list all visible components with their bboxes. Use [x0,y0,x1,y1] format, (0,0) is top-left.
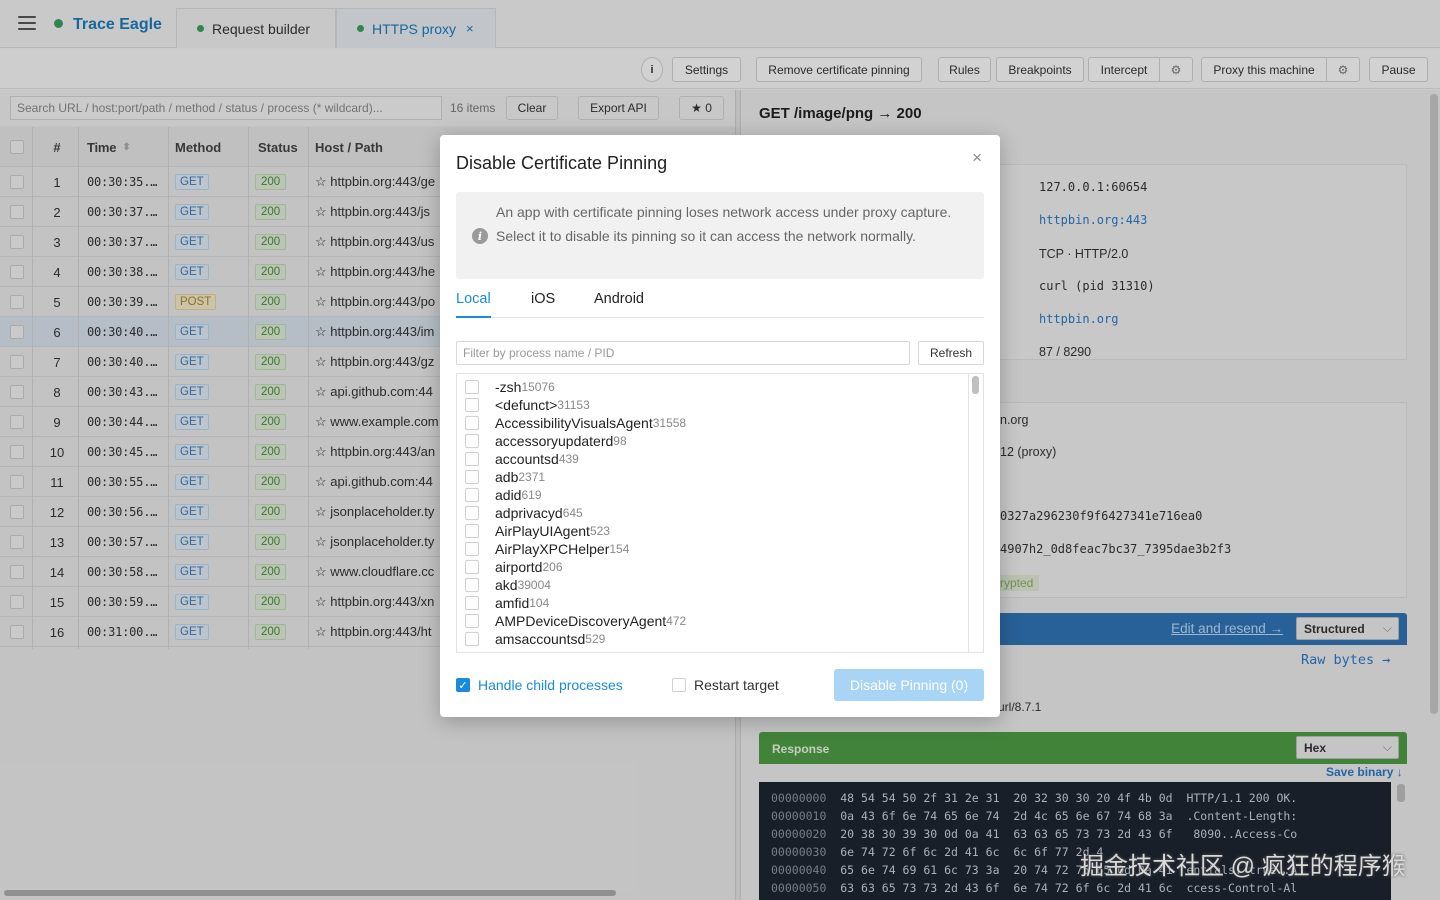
process-pid: 15076 [521,380,555,394]
process-list: -zsh 15076 <defunct> 31153 AccessibilityVisu… [456,373,984,653]
checkbox-label: Handle child processes [478,677,623,693]
checkbox-label: Restart target [694,677,779,693]
process-pid: 439 [558,452,579,466]
disable-pinning-dialog: Disable Certificate Pinning × i An app w… [440,135,1000,717]
process-list-scrollbar[interactable] [972,376,979,394]
process-pid: 472 [666,614,687,628]
process-name: adid [495,487,522,503]
process-checkbox[interactable] [465,488,479,502]
process-name: accessoryupdaterd [495,433,614,449]
process-name: AccessibilityVisualsAgent [495,415,653,431]
process-item[interactable]: AirPlayUIAgent 523 [465,522,610,540]
process-item[interactable]: AccessibilityVisualsAgent 31558 [465,414,686,432]
process-name: amsaccountsd [495,631,586,647]
scroll-track [968,374,969,652]
process-item[interactable]: adid 619 [465,486,542,504]
process-name: adprivacyd [495,505,563,521]
process-item[interactable]: amsaccountsd 529 [465,630,605,648]
process-name: akd [495,577,518,593]
process-pid: 31153 [557,398,590,412]
dialog-title: Disable Certificate Pinning [456,153,668,173]
refresh-button[interactable]: Refresh [918,341,984,365]
process-item[interactable]: AirPlayXPCHelper 154 [465,540,629,558]
process-name: accountsd [495,451,559,467]
process-name: -zsh [495,379,522,395]
process-checkbox[interactable] [465,398,479,412]
process-item[interactable]: adprivacyd 645 [465,504,583,522]
process-name: AirPlayXPCHelper [495,541,610,557]
checkmark-icon: ✓ [456,678,470,692]
process-name: AMPDeviceDiscoveryAgent [495,613,667,629]
process-pid: 2371 [518,470,546,484]
process-checkbox[interactable] [465,470,479,484]
process-item[interactable]: amfid 104 [465,594,549,612]
process-checkbox[interactable] [465,596,479,610]
process-checkbox[interactable] [465,416,479,430]
process-checkbox[interactable] [465,452,479,466]
process-name: <defunct> [495,397,558,413]
process-pid: 39004 [517,578,551,592]
checkbox-box [672,678,686,692]
info-notice: i An app with certificate pinning loses … [456,192,984,279]
process-item[interactable]: accessoryupdaterd 98 [465,432,627,450]
process-pid: 154 [609,542,630,556]
process-name: adb [495,469,519,485]
process-checkbox[interactable] [465,524,479,538]
disable-pinning-button[interactable]: Disable Pinning (0) [834,669,984,701]
notice-text: An app with certificate pinning loses ne… [496,204,952,244]
process-pid: 104 [529,596,550,610]
info-icon: i [472,228,488,244]
process-pid: 619 [521,488,542,502]
tab-ios[interactable]: iOS [531,291,555,307]
process-filter-input[interactable]: Filter by process name / PID [456,341,910,365]
process-name: AirPlayUIAgent [495,523,590,539]
process-checkbox[interactable] [465,632,479,646]
active-tab-indicator [456,316,491,318]
handle-child-processes-checkbox[interactable]: ✓ Handle child processes [456,677,623,693]
process-checkbox[interactable] [465,542,479,556]
process-checkbox[interactable] [465,506,479,520]
process-checkbox[interactable] [465,578,479,592]
process-item[interactable]: airportd 206 [465,558,563,576]
process-pid: 98 [613,434,627,448]
process-name: amfid [495,595,530,611]
process-item[interactable]: adb 2371 [465,468,545,486]
process-checkbox[interactable] [465,434,479,448]
process-item[interactable]: -zsh 15076 [465,378,555,396]
process-item[interactable]: AMPDeviceDiscoveryAgent 472 [465,612,686,630]
process-checkbox[interactable] [465,614,479,628]
process-item[interactable]: accountsd 439 [465,450,579,468]
tab-local[interactable]: Local [456,291,491,307]
process-checkbox[interactable] [465,560,479,574]
tab-divider [456,317,984,318]
process-pid: 206 [542,560,563,574]
process-pid: 529 [585,632,606,646]
process-name: airportd [495,559,543,575]
tab-android[interactable]: Android [594,291,644,307]
process-pid: 523 [589,524,610,538]
restart-target-checkbox[interactable]: Restart target [672,677,779,693]
process-pid: 31558 [652,416,687,430]
process-pid: 645 [562,506,583,520]
close-icon[interactable]: × [972,148,982,168]
process-item[interactable]: akd 39004 [465,576,551,594]
process-item[interactable]: <defunct> 31153 [465,396,590,414]
process-checkbox[interactable] [465,380,479,394]
